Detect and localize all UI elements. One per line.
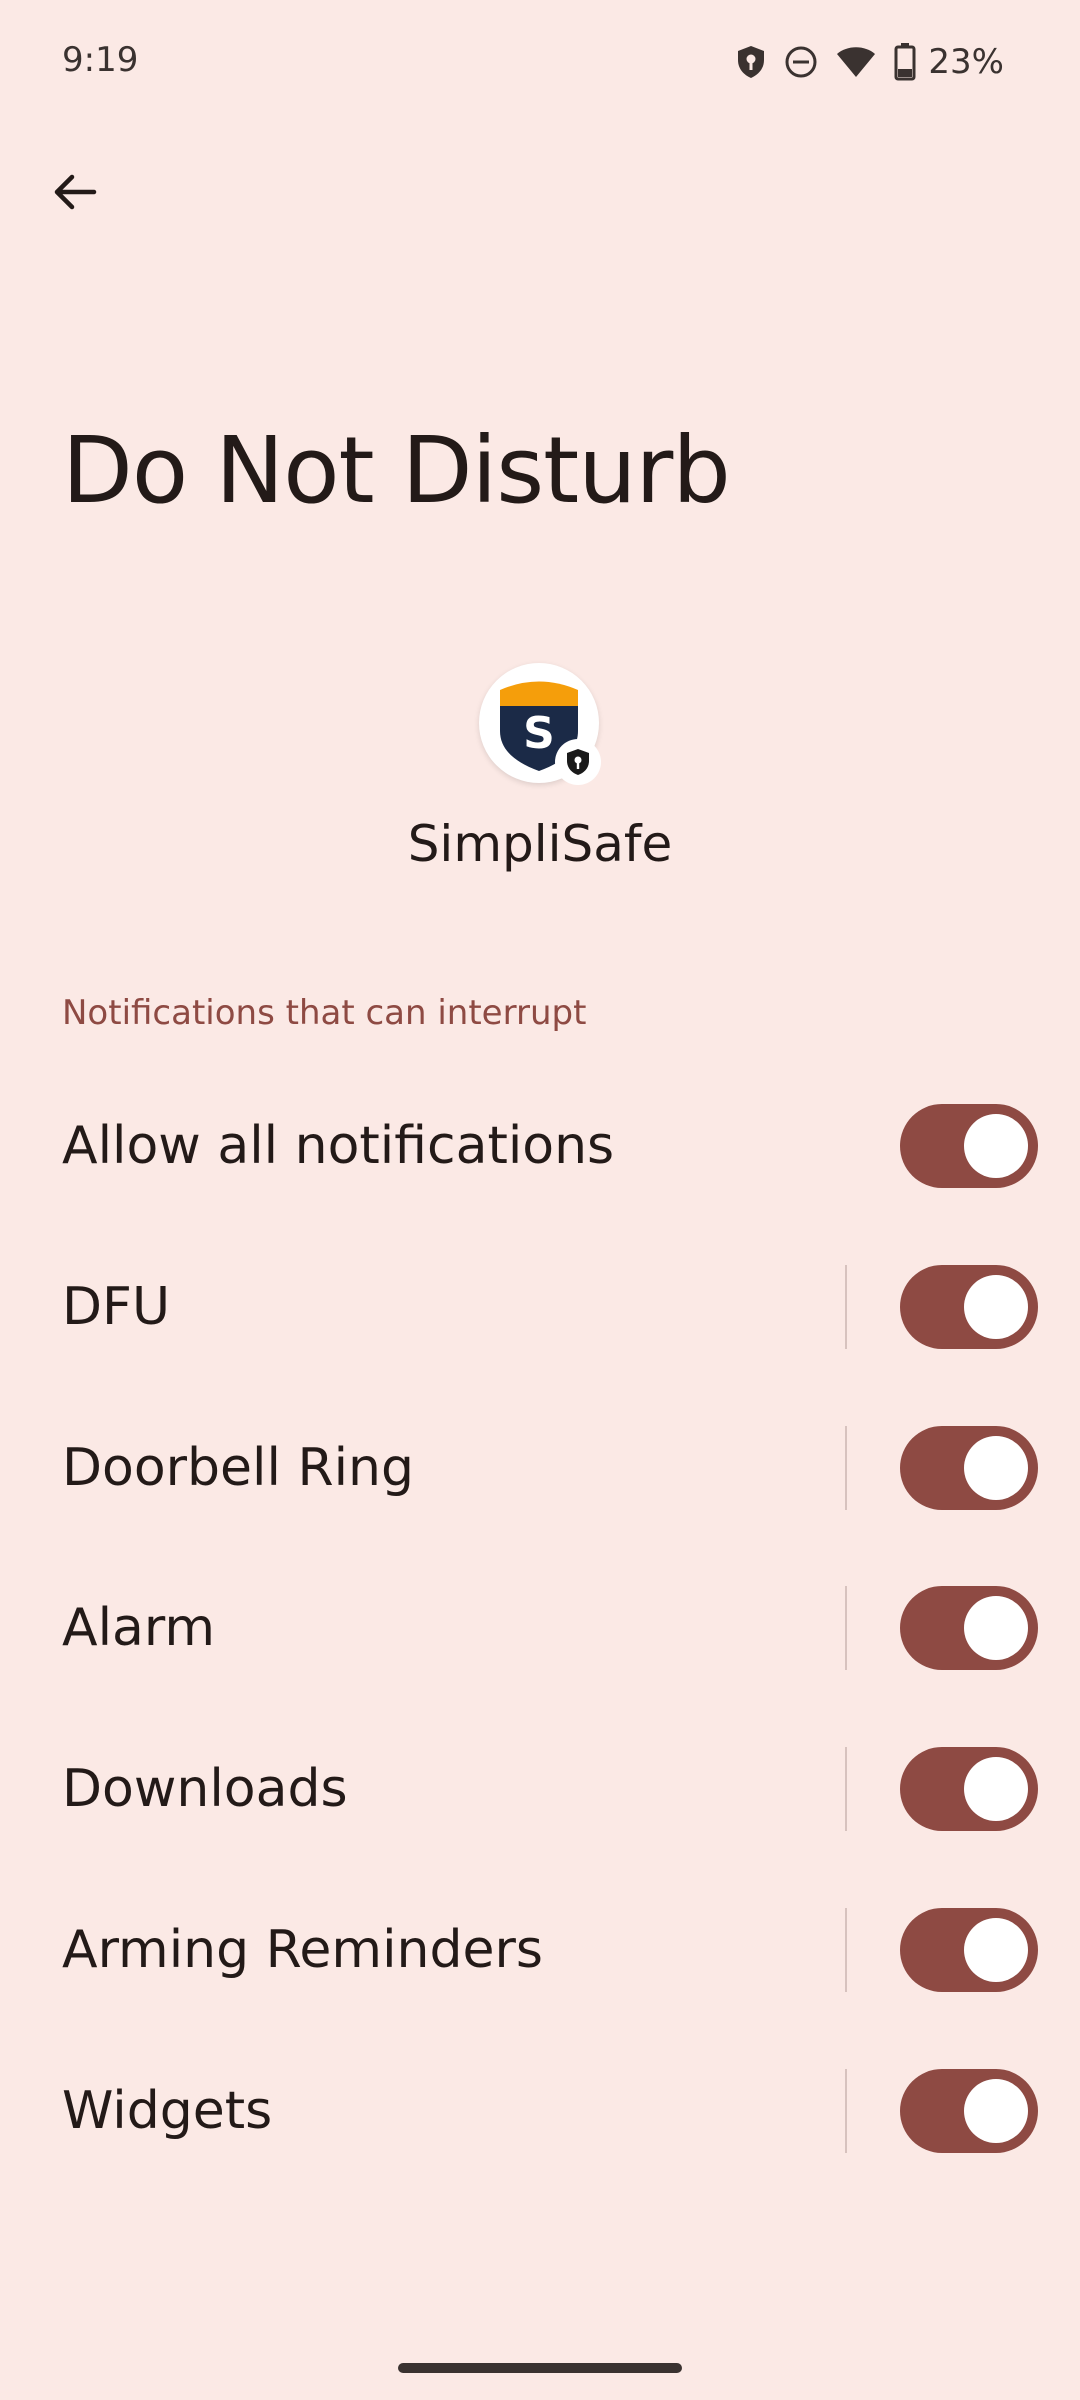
doorbell-ring-toggle[interactable] (900, 1426, 1038, 1510)
row-alarm[interactable]: Alarm (0, 1548, 1080, 1708)
shield-key-icon (736, 45, 766, 79)
do-not-disturb-icon (784, 45, 818, 79)
page-title: Do Not Disturb (62, 417, 731, 524)
row-doorbell-ring[interactable]: Doorbell Ring (0, 1388, 1080, 1548)
toggle-knob (964, 1114, 1028, 1178)
arrow-back-icon (50, 168, 98, 220)
row-divider (845, 2069, 847, 2153)
wifi-icon (836, 46, 876, 78)
back-button[interactable] (42, 162, 106, 226)
app-name: SimpliSafe (407, 815, 673, 873)
toggle-knob (964, 2079, 1028, 2143)
row-label: DFU (62, 1277, 171, 1337)
row-dfu[interactable]: DFU (0, 1227, 1080, 1387)
toggle-knob (964, 1757, 1028, 1821)
battery-icon (894, 43, 916, 81)
section-header: Notifications that can interrupt (62, 993, 587, 1033)
row-label: Widgets (62, 2081, 273, 2141)
row-divider (845, 1265, 847, 1349)
downloads-toggle[interactable] (900, 1747, 1038, 1831)
widgets-toggle[interactable] (900, 2069, 1038, 2153)
toggle-knob (964, 1596, 1028, 1660)
allow-all-notifications-toggle[interactable] (900, 1104, 1038, 1188)
row-downloads[interactable]: Downloads (0, 1709, 1080, 1869)
row-label: Doorbell Ring (62, 1438, 415, 1498)
alarm-toggle[interactable] (900, 1586, 1038, 1670)
row-allow-all-notifications[interactable]: Allow all notifications (0, 1066, 1080, 1226)
row-divider (845, 1586, 847, 1670)
row-arming-reminders[interactable]: Arming Reminders (0, 1870, 1080, 2030)
row-label: Arming Reminders (62, 1920, 543, 1980)
home-indicator[interactable] (398, 2363, 682, 2373)
battery-percent: 23% (928, 42, 1004, 82)
arming-reminders-toggle[interactable] (900, 1908, 1038, 1992)
row-divider (845, 1426, 847, 1510)
status-bar: 9:19 23% (0, 0, 1080, 128)
row-label: Allow all notifications (62, 1116, 615, 1176)
dfu-toggle[interactable] (900, 1265, 1038, 1349)
row-divider (845, 1747, 847, 1831)
row-divider (845, 1908, 847, 1992)
simplisafe-shield-icon: S (479, 663, 601, 785)
status-icons: 23% (736, 40, 1004, 84)
row-widgets[interactable]: Widgets (0, 2031, 1080, 2191)
work-badge-icon (555, 739, 601, 785)
toggle-knob (964, 1436, 1028, 1500)
row-label: Alarm (62, 1598, 216, 1658)
toggle-knob (964, 1275, 1028, 1339)
status-time: 9:19 (62, 40, 139, 80)
row-label: Downloads (62, 1759, 348, 1819)
toggle-knob (964, 1918, 1028, 1982)
app-icon-letter: S (523, 708, 555, 759)
